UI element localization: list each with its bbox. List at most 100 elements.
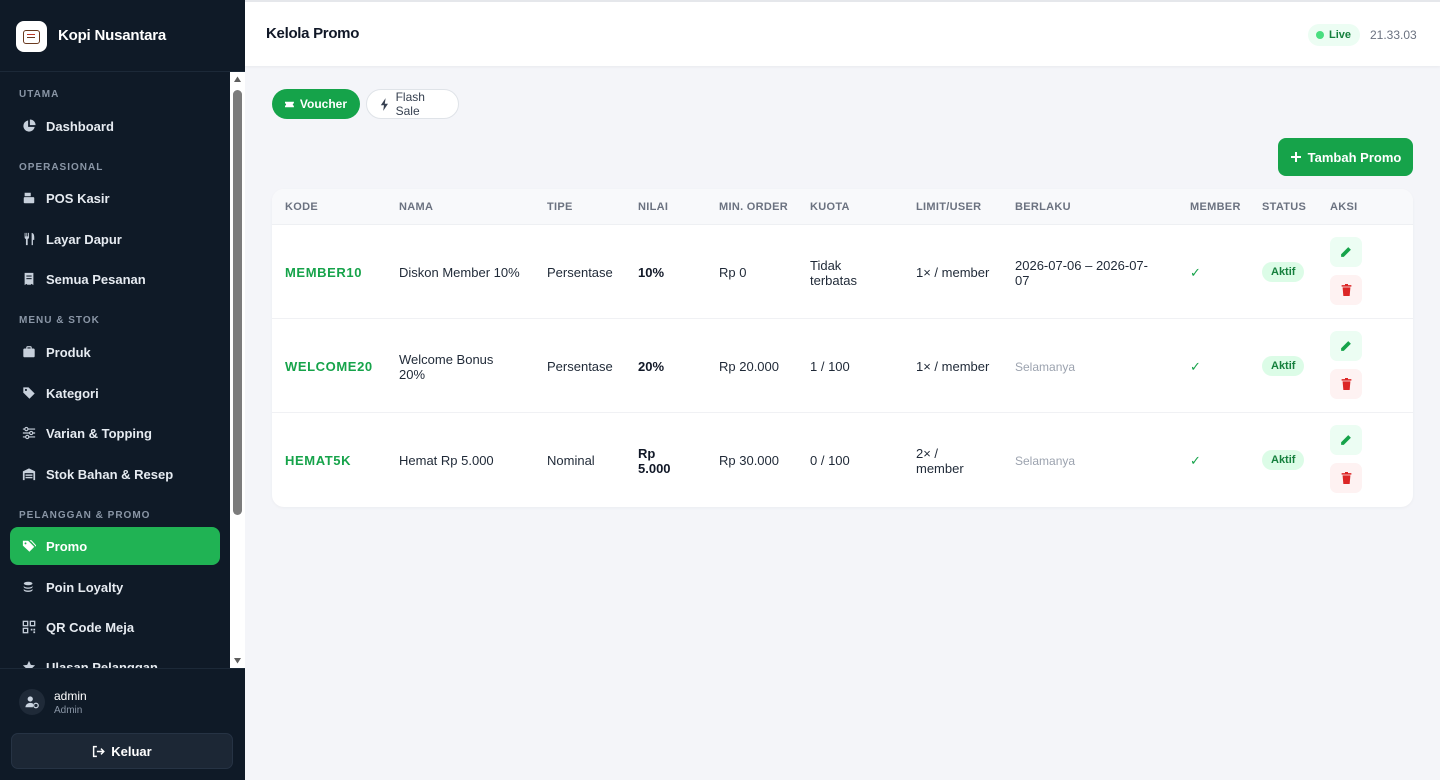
- member-check-icon: ✓: [1190, 453, 1201, 468]
- promo-quota: Tidak terbatas: [810, 258, 857, 288]
- section-pelanggan-promo: PELANGGAN & PROMO: [19, 510, 151, 521]
- sidebar-item-layar-dapur[interactable]: Layar Dapur: [10, 220, 220, 258]
- column-header-nama: NAMA: [399, 201, 434, 213]
- logout-label: Keluar: [111, 743, 152, 759]
- pie-chart-icon: [21, 118, 37, 134]
- section-menu-stok: MENU & STOK: [19, 315, 100, 326]
- sidebar-item-stok-bahan[interactable]: Stok Bahan & Resep: [10, 455, 220, 493]
- column-header-member: MEMBER: [1190, 201, 1241, 213]
- ticket-icon: [285, 101, 294, 107]
- user-gear-icon: [25, 696, 39, 709]
- page-title: Kelola Promo: [266, 25, 360, 42]
- column-header-min-order: MIN. ORDER: [719, 201, 788, 213]
- column-header-nilai: NILAI: [638, 201, 669, 213]
- promo-code: HEMAT5K: [285, 453, 352, 468]
- brand: Kopi Nusantara: [0, 0, 245, 72]
- promo-quota: 0 / 100: [810, 453, 850, 468]
- sidebar-item-promo[interactable]: Promo: [10, 527, 220, 565]
- promo-limit: 1× / member: [916, 265, 990, 280]
- pencil-icon: [1341, 247, 1351, 257]
- coins-icon: [21, 579, 37, 595]
- promo-limit: 2× / member: [916, 446, 964, 476]
- brand-logo: [16, 21, 47, 52]
- add-promo-label: Tambah Promo: [1307, 149, 1402, 165]
- logout-button[interactable]: Keluar: [11, 733, 233, 769]
- sidebar-scrollbar[interactable]: [230, 72, 245, 668]
- sidebar-item-label: Semua Pesanan: [46, 271, 146, 287]
- table-row: WELCOME20 Welcome Bonus 20% Persentase 2…: [272, 319, 1413, 413]
- edit-button[interactable]: [1330, 237, 1362, 267]
- sidebar-item-label: Dashboard: [46, 118, 114, 134]
- receipt-icon: [21, 271, 37, 287]
- promo-table: KODE NAMA TIPE NILAI MIN. ORDER KUOTA LI…: [272, 189, 1413, 507]
- top-bar: Kelola Promo Live 21.33.03: [245, 0, 1440, 66]
- live-status-badge: Live: [1308, 24, 1361, 46]
- clock: 21.33.03: [1370, 28, 1417, 42]
- promo-quota: 1 / 100: [810, 359, 850, 374]
- edit-button[interactable]: [1330, 425, 1362, 455]
- member-check-icon: ✓: [1190, 359, 1201, 374]
- sidebar-item-pos-kasir[interactable]: POS Kasir: [10, 179, 220, 217]
- add-promo-button[interactable]: Tambah Promo: [1278, 138, 1413, 176]
- scroll-down-arrow-icon[interactable]: [233, 656, 242, 665]
- member-check-icon: ✓: [1190, 265, 1201, 280]
- scrollbar-thumb[interactable]: [233, 90, 242, 515]
- sidebar-item-qr-code-meja[interactable]: QR Code Meja: [10, 608, 220, 646]
- promo-min-order: Rp 30.000: [719, 453, 779, 468]
- promo-type: Persentase: [547, 359, 613, 374]
- live-label: Live: [1329, 29, 1352, 41]
- status-badge: Aktif: [1262, 356, 1305, 376]
- scroll-up-arrow-icon[interactable]: [233, 75, 242, 84]
- sidebar-item-label: Kategori: [46, 385, 99, 401]
- table-row: MEMBER10 Diskon Member 10% Persentase 10…: [272, 225, 1413, 319]
- edit-button[interactable]: [1330, 331, 1362, 361]
- tag-icon: [21, 385, 37, 401]
- table-row: HEMAT5K Hemat Rp 5.000 Nominal Rp 5.000 …: [272, 413, 1413, 507]
- sidebar-item-kategori[interactable]: Kategori: [10, 374, 220, 412]
- tab-voucher[interactable]: Voucher: [272, 89, 360, 119]
- promo-name: Hemat Rp 5.000: [399, 453, 494, 468]
- delete-button[interactable]: [1330, 463, 1362, 493]
- section-operasional: OPERASIONAL: [19, 162, 104, 173]
- promo-validity: 2026-07-06 – 2026-07-07: [1015, 258, 1148, 288]
- qrcode-icon: [21, 619, 37, 635]
- promo-min-order: Rp 0: [719, 265, 747, 280]
- tab-voucher-label: Voucher: [299, 97, 347, 111]
- sidebar-nav: UTAMA Dashboard OPERASIONAL POS Kasir La…: [0, 72, 230, 668]
- column-header-aksi: AKSI: [1330, 201, 1358, 213]
- sidebar-item-label: Layar Dapur: [46, 231, 122, 247]
- column-header-berlaku: BERLAKU: [1015, 201, 1071, 213]
- sidebar-item-semua-pesanan[interactable]: Semua Pesanan: [10, 260, 220, 298]
- user-panel: admin Admin Keluar: [0, 668, 245, 780]
- brand-name: Kopi Nusantara: [58, 27, 167, 44]
- box-icon: [21, 344, 37, 360]
- promo-min-order: Rp 20.000: [719, 359, 779, 374]
- sidebar-item-label: Varian & Topping: [46, 425, 152, 441]
- delete-button[interactable]: [1330, 275, 1362, 305]
- user-role: Admin: [54, 705, 83, 716]
- tags-icon: [21, 538, 37, 554]
- promo-validity: Selamanya: [1015, 360, 1076, 374]
- trash-icon: [1341, 378, 1351, 390]
- tab-flash-sale[interactable]: Flash Sale: [366, 89, 459, 119]
- sidebar-item-dashboard[interactable]: Dashboard: [10, 107, 220, 145]
- sidebar-item-ulasan-pelanggan[interactable]: Ulasan Pelanggan: [10, 648, 220, 668]
- table-header: KODE NAMA TIPE NILAI MIN. ORDER KUOTA LI…: [272, 189, 1413, 225]
- column-header-kode: KODE: [285, 201, 318, 213]
- promo-code: WELCOME20: [285, 359, 373, 374]
- delete-button[interactable]: [1330, 369, 1362, 399]
- warehouse-icon: [21, 466, 37, 482]
- star-icon: [21, 659, 37, 668]
- sidebar-item-varian-topping[interactable]: Varian & Topping: [10, 414, 220, 452]
- sidebar-item-label: Promo: [46, 538, 88, 554]
- bolt-icon: [380, 97, 388, 111]
- pencil-icon: [1341, 435, 1351, 445]
- promo-limit: 1× / member: [916, 359, 990, 374]
- promo-value: Rp 5.000: [638, 446, 671, 476]
- sidebar-item-poin-loyalty[interactable]: Poin Loyalty: [10, 568, 220, 606]
- avatar: [19, 689, 45, 715]
- sidebar-item-produk[interactable]: Produk: [10, 333, 220, 371]
- promo-name: Diskon Member 10%: [399, 265, 520, 280]
- sidebar-item-label: Produk: [46, 344, 91, 360]
- promo-type: Persentase: [547, 265, 613, 280]
